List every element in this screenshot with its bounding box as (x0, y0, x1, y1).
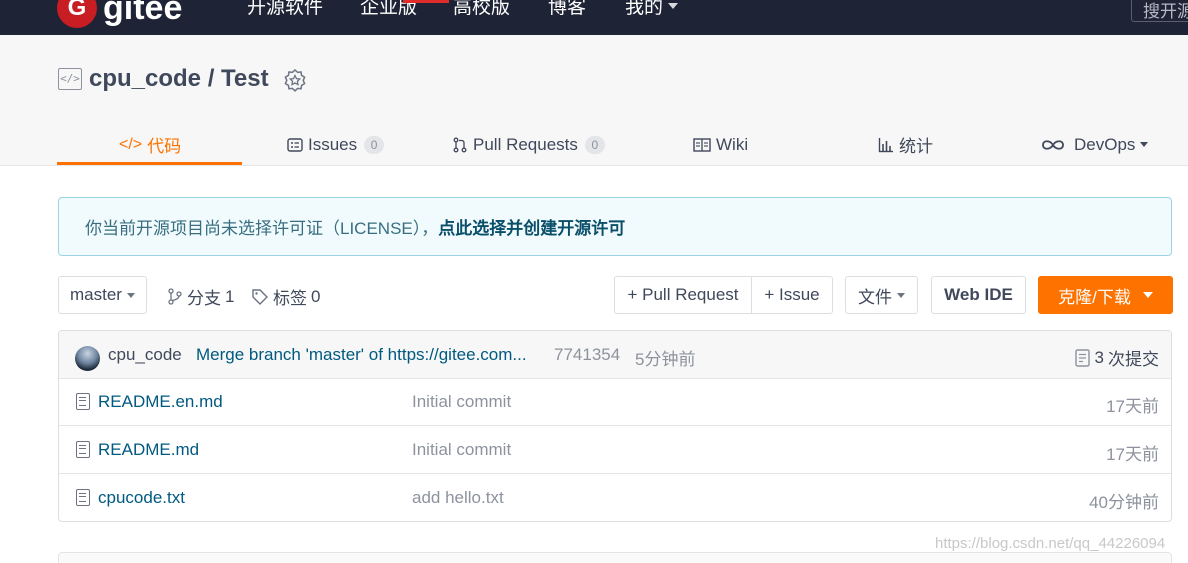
code-icon: </> (119, 135, 143, 153)
file-commit-time: 17天前 (1106, 445, 1159, 464)
avatar[interactable] (75, 346, 100, 371)
gitee-logo[interactable]: G gitee (57, 0, 182, 28)
commit-time: 5分钟前 (635, 350, 696, 369)
branch-select[interactable]: master (58, 276, 147, 314)
tab-wiki-label: Wiki (716, 134, 749, 154)
branch-select-label: master (70, 285, 122, 304)
tab-stats-label: 统计 (899, 137, 933, 156)
tab-issues[interactable]: Issues 0 (287, 123, 385, 166)
repo-tabs: </> 代码 Issues 0 Pull Requests 0 Wiki 统计 … (0, 123, 1188, 166)
file-list: cpu_code Merge branch 'master' of https:… (58, 330, 1172, 522)
license-notice-text: 你当前开源项目尚未选择许可证（LICENSE）， (85, 219, 439, 238)
file-icon (76, 441, 90, 458)
web-ide-button[interactable]: Web IDE (931, 276, 1026, 314)
tags-link[interactable]: 标签 0 (251, 284, 320, 309)
commits-count: 3 (1094, 347, 1104, 367)
nav-enterprise[interactable]: 企业版 (360, 0, 417, 22)
new-pull-request-button[interactable]: + Pull Request (614, 276, 752, 314)
file-icon (76, 393, 90, 410)
branches-link[interactable]: 分支 1 (167, 284, 234, 309)
branches-label: 分支 (187, 289, 221, 308)
create-license-link[interactable]: 点此选择并创建开源许可 (438, 214, 625, 239)
readme-panel (58, 552, 1172, 563)
file-name-link[interactable]: cpucode.txt (98, 488, 185, 508)
commit-author-link[interactable]: cpu_code (108, 345, 182, 365)
file-menu-label: 文件 (858, 287, 892, 307)
tab-stats[interactable]: 统计 (878, 123, 933, 166)
tab-issues-label: Issues (308, 134, 358, 154)
nav-blog[interactable]: 博客 (548, 0, 586, 22)
repo-owner-link[interactable]: cpu_code (89, 65, 201, 92)
branches-count: 1 (225, 286, 235, 306)
latest-commit-row: cpu_code Merge branch 'master' of https:… (59, 331, 1171, 379)
search-input[interactable]: 搜开源 (1131, 0, 1188, 22)
file-commit-time: 40分钟前 (1089, 493, 1159, 512)
clone-download-label: 克隆/下载 (1058, 287, 1131, 307)
file-commit-message-link[interactable]: Initial commit (412, 392, 511, 412)
tab-code-label: 代码 (147, 137, 182, 156)
repo-title-separator: / (201, 65, 222, 92)
new-badge-marker (403, 0, 449, 3)
table-row: cpucode.txt add hello.txt 40分钟前 (59, 475, 1171, 521)
file-commit-message-link[interactable]: add hello.txt (412, 488, 504, 508)
table-row: README.md Initial commit 17天前 (59, 427, 1171, 474)
repo-name-link[interactable]: Test (221, 65, 269, 92)
file-menu-dropdown[interactable]: 文件 (845, 276, 918, 314)
commit-sha-link[interactable]: 7741354 (554, 345, 620, 365)
tab-devops-label: DevOps (1074, 134, 1136, 154)
nav-education[interactable]: 高校版 (453, 0, 510, 22)
tags-label: 标签 (273, 289, 307, 308)
recommend-badge-icon[interactable] (283, 69, 307, 93)
branch-icon (168, 288, 182, 305)
clone-download-button[interactable]: 克隆/下载 (1038, 276, 1173, 314)
file-commit-message-link[interactable]: Initial commit (412, 440, 511, 460)
nav-open-source[interactable]: 开源软件 (247, 0, 323, 22)
pull-requests-count-badge: 0 (584, 135, 605, 154)
new-issue-button[interactable]: + Issue (751, 276, 833, 314)
devops-icon (1042, 139, 1064, 150)
wiki-icon (693, 137, 711, 152)
table-row: README.en.md Initial commit 17天前 (59, 379, 1171, 426)
file-name-link[interactable]: README.en.md (98, 392, 223, 412)
commits-count-link[interactable]: 3 次提交 (1074, 345, 1159, 370)
nav-mine-dropdown[interactable]: 我的 (625, 0, 678, 22)
issues-count-badge: 0 (364, 135, 385, 154)
active-tab-indicator (57, 162, 242, 165)
tab-pull-requests[interactable]: Pull Requests 0 (452, 123, 605, 166)
commit-message-link[interactable]: Merge branch 'master' of https://gitee.c… (196, 345, 527, 365)
repo-header: </> cpu_code / Test </> 代码 Issues 0 Pull… (0, 35, 1188, 166)
code-repo-icon: </> (58, 68, 82, 90)
commits-icon (1074, 348, 1090, 367)
license-notice: 你当前开源项目尚未选择许可证（LICENSE）， 点此选择并创建开源许可 (58, 197, 1172, 256)
commits-label: 次提交 (1108, 350, 1159, 369)
stats-icon (878, 137, 893, 152)
tab-pull-requests-label: Pull Requests (473, 134, 578, 154)
gitee-logo-icon: G (57, 0, 97, 28)
tags-count: 0 (311, 286, 321, 306)
file-name-link[interactable]: README.md (98, 440, 199, 460)
tab-wiki[interactable]: Wiki (693, 123, 748, 166)
file-commit-time: 17天前 (1106, 397, 1159, 416)
file-icon (76, 489, 90, 506)
tab-devops-dropdown[interactable]: DevOps (1041, 123, 1148, 166)
tag-icon (252, 289, 268, 305)
gitee-logo-text: gitee (103, 0, 183, 27)
pull-request-icon (453, 137, 467, 152)
repo-title: cpu_code / Test (89, 65, 269, 93)
watermark: https://blog.csdn.net/qq_44226094 (935, 535, 1166, 552)
tab-code[interactable]: </> 代码 (119, 123, 181, 166)
issues-icon (287, 137, 303, 152)
top-navbar: G gitee 开源软件 企业版 高校版 博客 我的 搜开源 (0, 0, 1188, 35)
